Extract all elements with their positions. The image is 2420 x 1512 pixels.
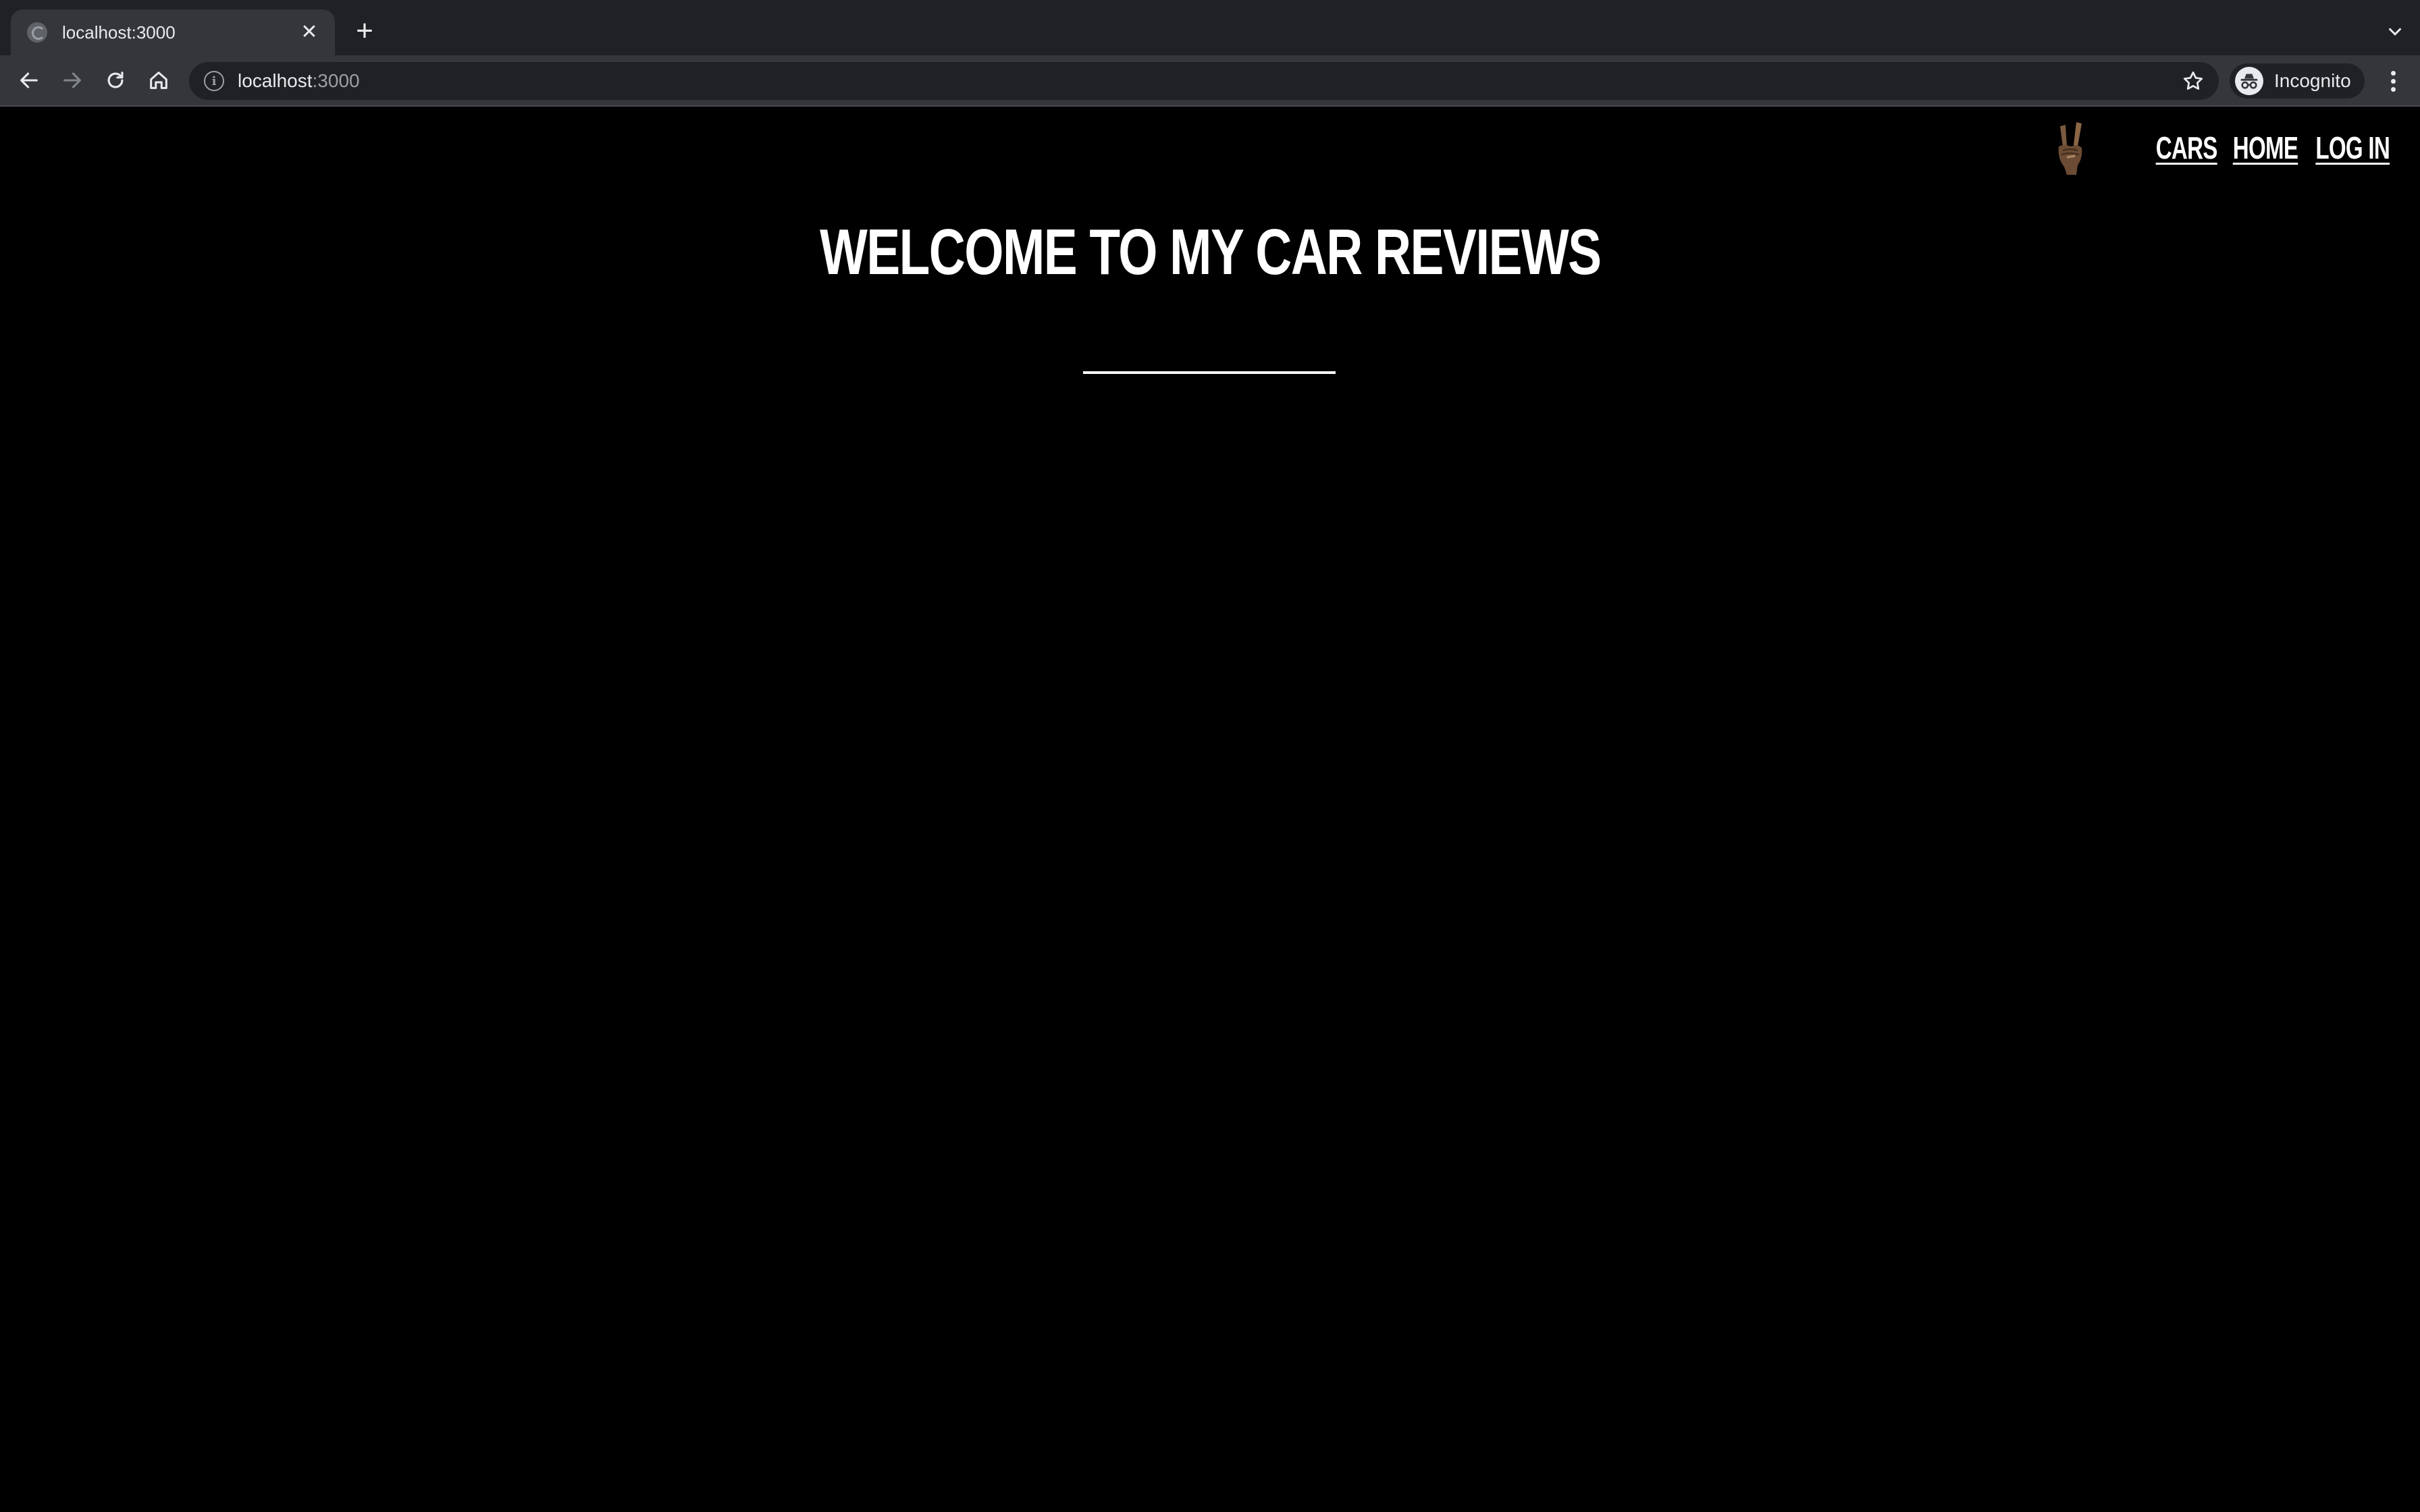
chevron-down-icon[interactable] (2385, 22, 2405, 42)
nav-link-cars[interactable]: CARS (2156, 130, 2218, 166)
star-icon[interactable] (2181, 69, 2205, 93)
site-navbar: CARS HOME LOG IN (2047, 117, 2404, 178)
kebab-menu-icon[interactable] (2379, 68, 2406, 94)
url-text[interactable]: localhost:3000 (238, 70, 360, 92)
address-bar[interactable]: i localhost:3000 (189, 62, 2219, 100)
tab-title: localhost:3000 (62, 22, 176, 43)
tab-strip: localhost:3000 ✕ + (0, 0, 2420, 55)
browser-tab[interactable]: localhost:3000 ✕ (11, 9, 335, 55)
forward-button[interactable] (57, 65, 88, 96)
nav-link-log-in[interactable]: LOG IN (2315, 130, 2390, 166)
title-divider (1083, 371, 1336, 374)
reload-button[interactable] (100, 65, 131, 96)
arrow-left-icon (20, 72, 38, 88)
home-icon (150, 72, 167, 89)
incognito-profile-button[interactable]: Incognito (2230, 63, 2365, 99)
browser-toolbar: i localhost:3000 Incognito (0, 55, 2420, 107)
reload-icon (107, 72, 124, 88)
info-icon[interactable]: i (204, 71, 224, 91)
page-viewport: CARS HOME LOG IN WELCOME TO MY CAR REVIE… (0, 107, 2420, 1512)
back-button[interactable] (14, 65, 45, 96)
nav-link-home[interactable]: HOME (2232, 130, 2298, 166)
globe-icon (27, 22, 47, 43)
page-title: WELCOME TO MY CAR REVIEWS (819, 216, 1602, 288)
home-button[interactable] (143, 65, 174, 96)
new-tab-button[interactable]: + (350, 16, 379, 47)
arrow-right-icon (63, 72, 81, 88)
tab-close-button[interactable]: ✕ (297, 20, 321, 45)
rock-hand-icon[interactable] (2047, 119, 2094, 176)
incognito-label: Incognito (2274, 70, 2351, 91)
incognito-icon (2235, 67, 2263, 95)
